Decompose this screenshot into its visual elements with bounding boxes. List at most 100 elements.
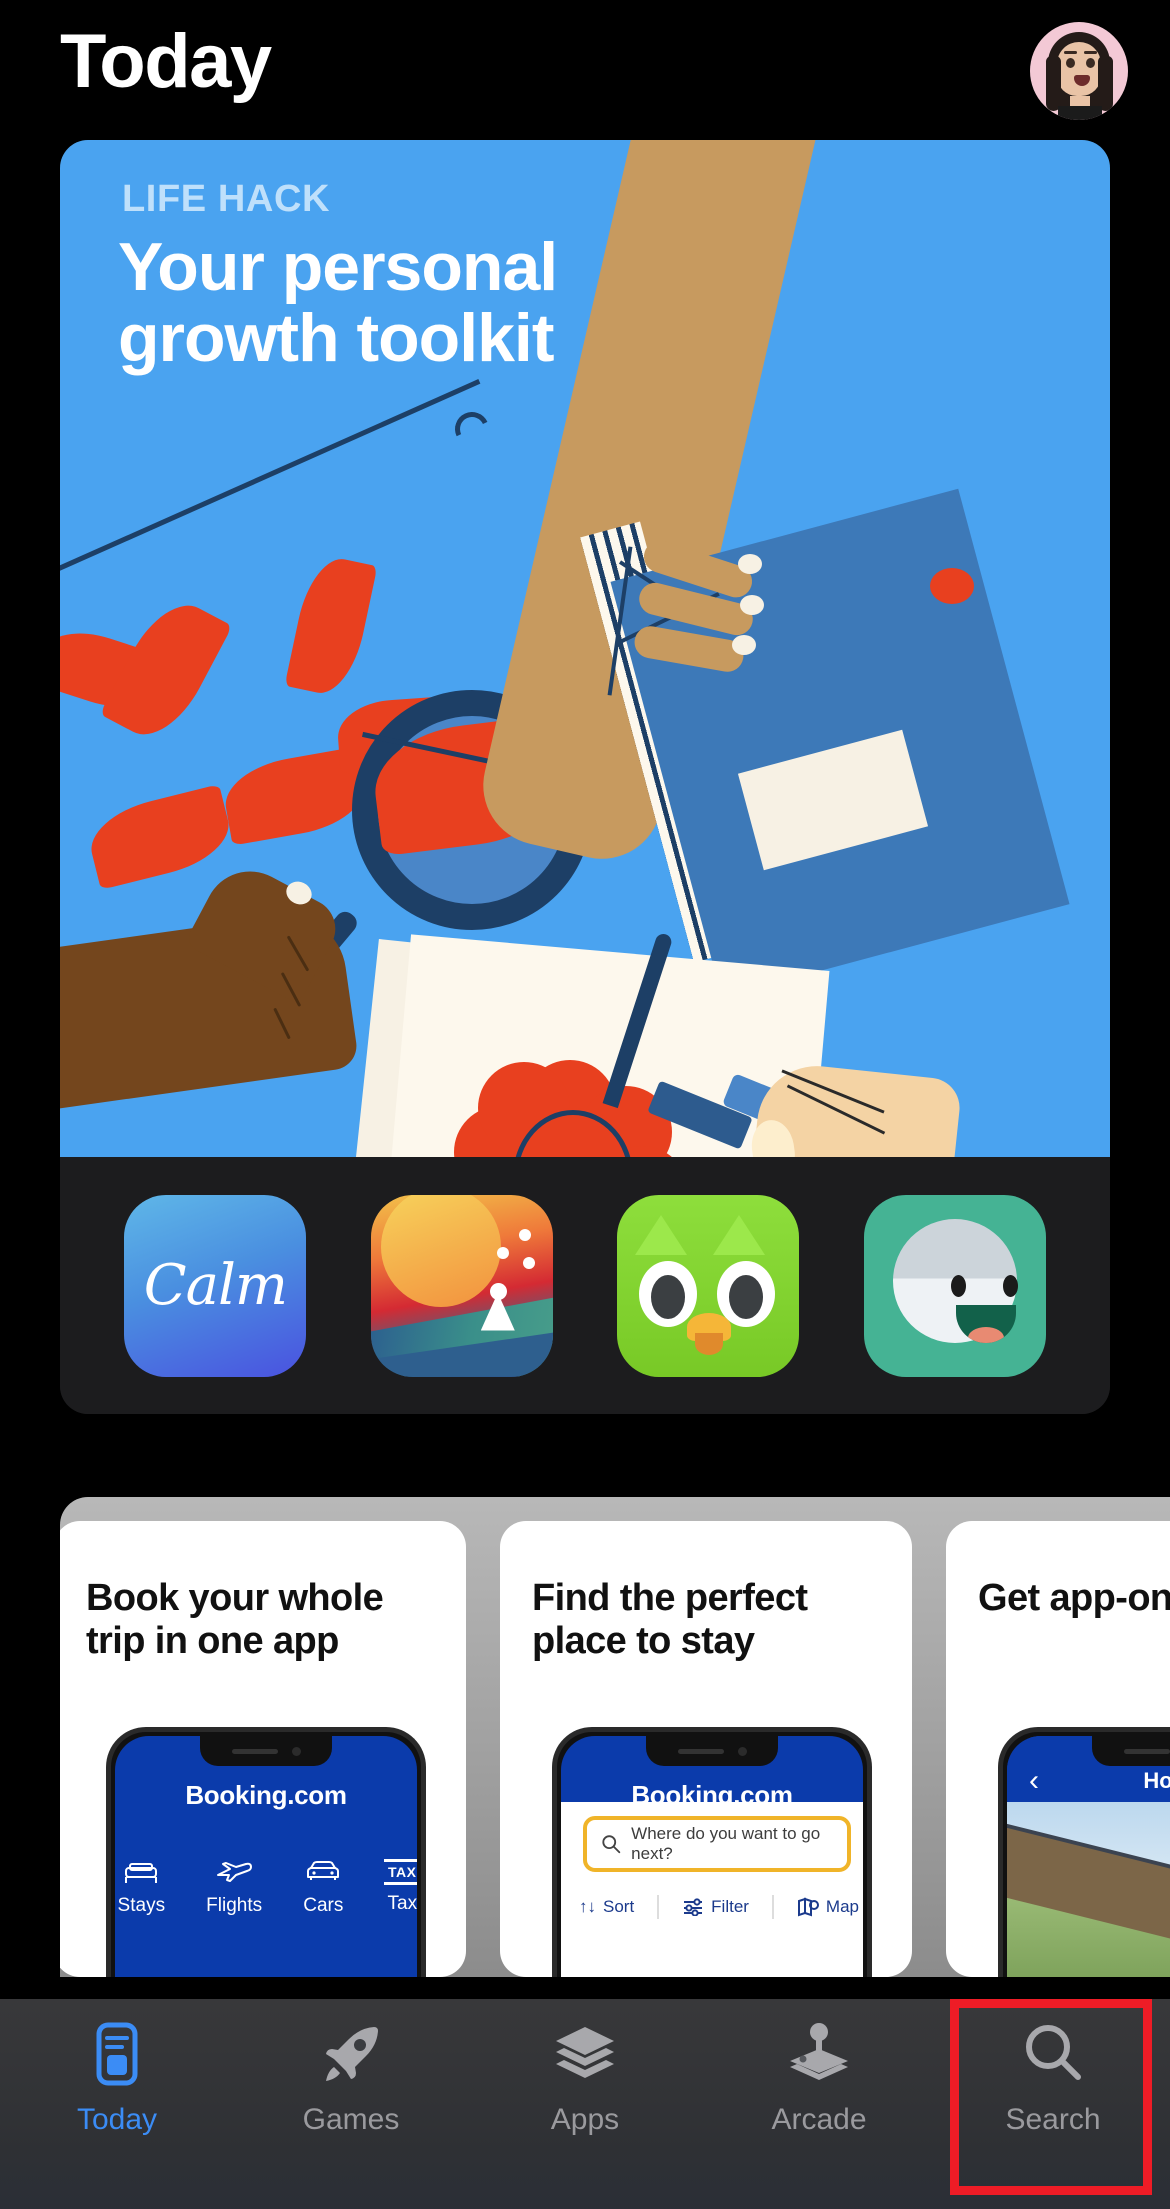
notch-camera bbox=[292, 1747, 301, 1756]
filter-icon bbox=[684, 1898, 703, 1916]
map-label: Map bbox=[825, 1897, 859, 1916]
phone-notch bbox=[646, 1736, 778, 1766]
tab-label: Arcade bbox=[771, 2103, 867, 2136]
tab-label: Games bbox=[302, 2103, 400, 2136]
booking-card-title: Book your whole trip in one app bbox=[86, 1577, 384, 1662]
owl-beak-bottom bbox=[695, 1332, 724, 1355]
sort-icon: ↑↓ bbox=[579, 1897, 596, 1916]
app-icon-tray: Calm bbox=[60, 1157, 1110, 1414]
notebook-red-dot bbox=[930, 568, 974, 604]
search-placeholder-text: Where do you want to go next? bbox=[631, 1824, 821, 1863]
booking-tab-taxi[interactable]: TAXI Taxi bbox=[384, 1859, 417, 1915]
booking-content-area: Where do you want to go next? ↑↓ Sort Fi… bbox=[561, 1802, 863, 1977]
booking-tab-label: Flights bbox=[206, 1895, 263, 1916]
tab-search[interactable]: Search bbox=[936, 1999, 1170, 2209]
avatar-hair-left bbox=[1046, 56, 1061, 111]
car-icon bbox=[307, 1861, 340, 1880]
face-circle bbox=[892, 1218, 1018, 1343]
booking-tab-label: Stays bbox=[117, 1895, 166, 1916]
booking-tab-flights[interactable]: Flights bbox=[206, 1857, 262, 1917]
star-dot bbox=[496, 1246, 509, 1259]
filter-button[interactable]: Filter bbox=[682, 1897, 749, 1917]
calm-wordmark: Calm bbox=[143, 1253, 288, 1318]
hero-feature-card[interactable]: LIFE HACK Your personal growth toolkit C… bbox=[60, 140, 1110, 1414]
tab-bar: Today Games Apps Arcade Search bbox=[0, 1999, 1170, 2209]
booking-toolbar: ↑↓ Sort Filter Map bbox=[579, 1886, 859, 1928]
phone-nav-title: Ho bbox=[1143, 1768, 1170, 1793]
hero-eyebrow: LIFE HACK bbox=[122, 178, 331, 220]
avatar-hair-right bbox=[1098, 56, 1113, 111]
toolbar-divider bbox=[657, 1895, 660, 1919]
face-tongue bbox=[967, 1326, 1004, 1343]
tan-hand-fingers bbox=[632, 536, 764, 695]
alto-app-icon[interactable] bbox=[370, 1194, 553, 1377]
sort-label: Sort bbox=[603, 1897, 635, 1916]
plane-icon bbox=[217, 1862, 253, 1882]
phone-screen: Booking.com Where do you want to go next… bbox=[561, 1736, 863, 1977]
phone-notch bbox=[1092, 1736, 1170, 1766]
star-dot bbox=[522, 1256, 535, 1269]
map-icon bbox=[797, 1897, 819, 1917]
bed-icon bbox=[125, 1863, 158, 1883]
notch-speaker bbox=[232, 1749, 278, 1754]
owl-eye-right bbox=[717, 1260, 776, 1327]
tab-apps[interactable]: Apps bbox=[468, 1999, 702, 2209]
booking-tab-cars[interactable]: Cars bbox=[303, 1857, 343, 1917]
face-eye-right bbox=[1002, 1274, 1018, 1297]
leaf-shape bbox=[83, 784, 237, 890]
booking-card[interactable]: Find the perfect place to stay Booking.c… bbox=[500, 1521, 912, 1977]
tab-today[interactable]: Today bbox=[0, 1999, 234, 2209]
booking-tab-stays[interactable]: Stays bbox=[117, 1857, 166, 1917]
filter-label: Filter bbox=[711, 1897, 749, 1916]
property-photo bbox=[1007, 1802, 1170, 1977]
app-store-today-screen: Today LIFE HACK Your personal growth too… bbox=[0, 0, 1170, 2209]
face-mouth bbox=[955, 1304, 1016, 1343]
notch-speaker bbox=[1124, 1749, 1170, 1754]
leaf-shape bbox=[284, 552, 378, 700]
phone-screen: Booking.com Stays Flights Cars TAX Tax bbox=[115, 1736, 417, 1977]
taxi-icon: TAXI bbox=[384, 1859, 417, 1885]
booking-card-title: Get app-only deals bbox=[978, 1577, 1170, 1619]
owl-pupil bbox=[651, 1274, 686, 1319]
owl-head bbox=[617, 1209, 799, 1377]
booking-card[interactable]: Book your whole trip in one app Booking.… bbox=[60, 1521, 466, 1977]
figure-body bbox=[480, 1296, 515, 1331]
destination-search-input[interactable]: Where do you want to go next? bbox=[583, 1816, 851, 1872]
duolingo-app-icon[interactable] bbox=[617, 1194, 800, 1377]
sort-button[interactable]: ↑↓ Sort bbox=[579, 1897, 634, 1917]
calm-app-icon[interactable]: Calm bbox=[124, 1194, 307, 1377]
owl-eye-left bbox=[639, 1260, 698, 1327]
booking-tab-label: Taxi bbox=[387, 1893, 417, 1914]
booking-card-title: Find the perfect place to stay bbox=[532, 1577, 808, 1662]
tab-arcade[interactable]: Arcade bbox=[702, 1999, 936, 2209]
booking-logo: Booking.com bbox=[185, 1780, 347, 1810]
booking-cards-section: Book your whole trip in one app Booking.… bbox=[60, 1497, 1170, 1977]
booking-tab-row: Stays Flights Cars TAX Tax bbox=[115, 1828, 417, 1940]
avatar-brow-right bbox=[1084, 51, 1097, 54]
phone-mockup: Booking.com Where do you want to go next… bbox=[552, 1727, 872, 1977]
booking-card[interactable]: Get app-only deals ‹ Ho bbox=[946, 1521, 1170, 1977]
hero-artwork: LIFE HACK Your personal growth toolkit bbox=[60, 140, 1110, 1157]
magnifier-icon bbox=[1026, 2025, 1081, 2080]
avatar-shirt bbox=[1058, 106, 1102, 120]
avatar[interactable] bbox=[1030, 22, 1128, 120]
fingernail-shape bbox=[740, 595, 764, 615]
tab-label: Apps bbox=[550, 2103, 620, 2136]
joystick-icon bbox=[790, 2023, 848, 2080]
tab-label: Search bbox=[1005, 2103, 1101, 2136]
map-button[interactable]: Map bbox=[797, 1897, 859, 1917]
branch-tip-shape bbox=[450, 407, 494, 451]
tab-games[interactable]: Games bbox=[234, 1999, 468, 2209]
fingernail-shape bbox=[738, 554, 762, 574]
fingernail-shape bbox=[732, 635, 756, 655]
phone-mockup: ‹ Ho bbox=[998, 1727, 1170, 1977]
notch-speaker bbox=[678, 1749, 724, 1754]
today-card-icon bbox=[96, 2022, 138, 2086]
owl-pupil bbox=[729, 1274, 764, 1319]
teal-face-app-icon[interactable] bbox=[863, 1194, 1046, 1377]
header: Today bbox=[0, 0, 1170, 140]
phone-notch bbox=[200, 1736, 332, 1766]
notch-camera bbox=[738, 1747, 747, 1756]
tab-label: Today bbox=[76, 2103, 158, 2136]
booking-tab-label: Cars bbox=[303, 1895, 344, 1916]
